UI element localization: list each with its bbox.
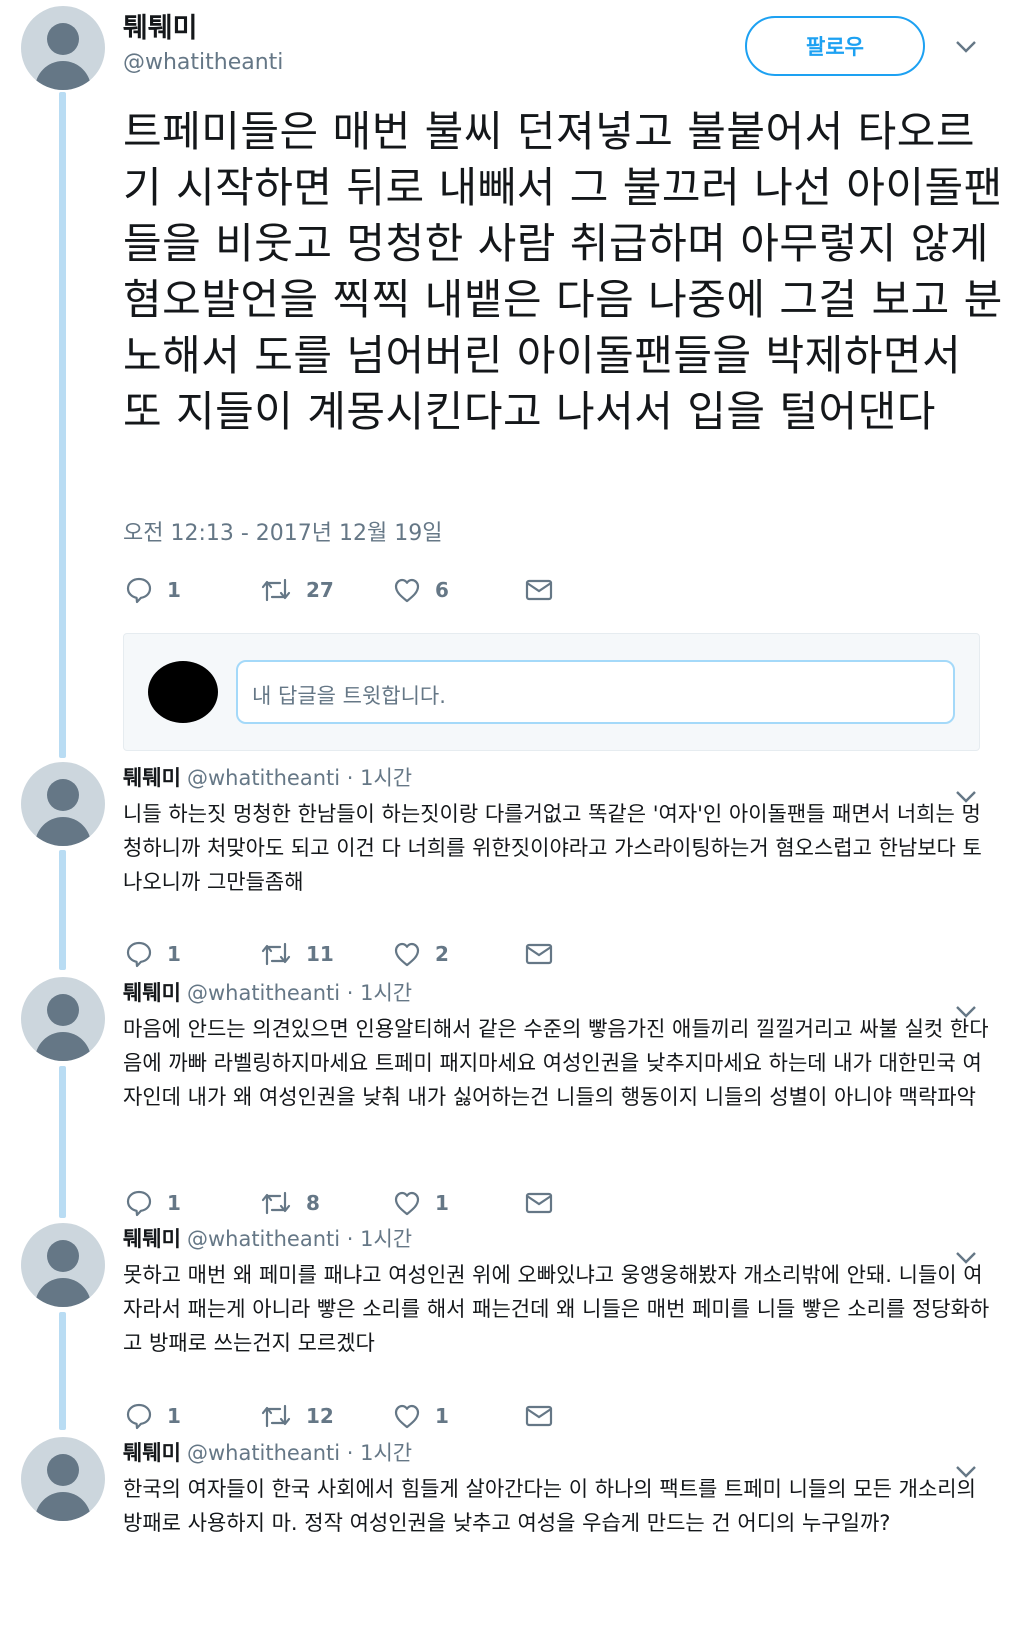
like-icon: [394, 942, 420, 967]
tweet-actions: 1 8 1: [125, 1187, 585, 1219]
reply-header: 퉤퉤미 @whatitheanti · 1시간: [123, 977, 412, 1007]
like-count: 1: [435, 1191, 449, 1215]
dm-button[interactable]: [525, 938, 553, 970]
avatar[interactable]: [21, 6, 105, 90]
reply-header: 퉤퉤미 @whatitheanti · 1시간: [123, 1223, 412, 1253]
reply-button[interactable]: 1: [125, 1400, 181, 1432]
author-name[interactable]: 퉤퉤미: [123, 1227, 181, 1251]
like-count: 2: [435, 942, 449, 966]
follow-button[interactable]: 팔로우: [745, 16, 925, 76]
retweet-count: 12: [306, 1404, 334, 1428]
like-icon: [394, 578, 420, 603]
retweet-button[interactable]: 8: [260, 1187, 320, 1219]
reply-meta[interactable]: @whatitheanti · 1시간: [187, 766, 412, 790]
tweet-text: 트페미들은 매번 불씨 던져넣고 불붙어서 타오르기 시작하면 뒤로 내빼서 그…: [123, 107, 1003, 436]
reply-header: 퉤퉤미 @whatitheanti · 1시간: [123, 1437, 412, 1467]
dm-icon: [525, 579, 553, 601]
like-icon: [394, 1191, 420, 1216]
retweet-count: 8: [306, 1191, 320, 1215]
author-handle[interactable]: @whatitheanti: [123, 50, 283, 75]
reply-meta[interactable]: @whatitheanti · 1시간: [187, 981, 412, 1005]
dm-button[interactable]: [525, 1400, 553, 1432]
thread-line: [59, 850, 66, 970]
author-name[interactable]: 퉤퉤미: [123, 1441, 181, 1465]
reply-icon: [126, 1403, 152, 1430]
avatar[interactable]: [21, 762, 105, 846]
dm-icon: [525, 1405, 553, 1427]
dm-icon: [525, 943, 553, 965]
dm-button[interactable]: [525, 1187, 553, 1219]
dm-icon: [525, 1192, 553, 1214]
reply-text: 한국의 여자들이 한국 사회에서 힘들게 살아간다는 이 하나의 팩트를 트페미…: [123, 1477, 976, 1535]
tweet-timestamp[interactable]: 오전 12:13 - 2017년 12월 19일: [123, 515, 442, 547]
tweet-actions: 1 11 2: [125, 938, 585, 970]
reply-button[interactable]: 1: [125, 1187, 181, 1219]
reply-icon: [126, 577, 152, 604]
retweet-icon: [261, 1404, 291, 1428]
reply-icon: [126, 941, 152, 968]
avatar[interactable]: [21, 977, 105, 1061]
reply-input[interactable]: 내 답글을 트윗합니다.: [236, 660, 955, 724]
reply-count: 1: [167, 942, 181, 966]
author-name[interactable]: 퉤퉤미: [123, 766, 181, 790]
author-name[interactable]: 퉤퉤미: [123, 6, 198, 45]
tweet-actions: 1 12 1: [125, 1400, 585, 1432]
like-button[interactable]: 6: [393, 574, 449, 606]
reply-header: 퉤퉤미 @whatitheanti · 1시간: [123, 762, 412, 792]
retweet-icon: [261, 1191, 291, 1215]
avatar[interactable]: [21, 1437, 105, 1521]
reply-button[interactable]: 1: [125, 938, 181, 970]
retweet-button[interactable]: 27: [260, 574, 334, 606]
like-button[interactable]: 1: [393, 1400, 449, 1432]
author-name[interactable]: 퉤퉤미: [123, 981, 181, 1005]
reply-text: 니들 하는짓 멍청한 한남들이 하는짓이랑 다를거없고 똑같은 '여자'인 아이…: [123, 802, 982, 894]
like-button[interactable]: 1: [393, 1187, 449, 1219]
reply-count: 1: [167, 1191, 181, 1215]
like-count: 6: [435, 578, 449, 602]
reply-count: 1: [167, 578, 181, 602]
retweet-count: 27: [306, 578, 334, 602]
chevron-down-icon[interactable]: [955, 40, 977, 54]
reply-text: 못하고 매번 왜 페미를 패냐고 여성인권 위에 오빠있냐고 웅앵웅해봤자 개소…: [123, 1263, 990, 1355]
thread-line: [59, 92, 66, 758]
reply-count: 1: [167, 1404, 181, 1428]
reply-text: 마음에 안드는 의견있으면 인용알티해서 같은 수준의 빻음가진 애들끼리 낄낄…: [123, 1017, 989, 1109]
like-button[interactable]: 2: [393, 938, 449, 970]
reply-meta[interactable]: @whatitheanti · 1시간: [187, 1227, 412, 1251]
reply-button[interactable]: 1: [125, 574, 181, 606]
tweet-actions: 1 27 6: [125, 574, 585, 606]
reply-composer: 내 답글을 트윗합니다.: [123, 633, 980, 751]
retweet-button[interactable]: 11: [260, 938, 334, 970]
thread-line: [59, 1066, 66, 1218]
reply-icon: [126, 1190, 152, 1217]
avatar[interactable]: [21, 1223, 105, 1307]
like-icon: [394, 1404, 420, 1429]
retweet-button[interactable]: 12: [260, 1400, 334, 1432]
retweet-icon: [261, 942, 291, 966]
retweet-icon: [261, 578, 291, 602]
avatar: [148, 661, 218, 723]
like-count: 1: [435, 1404, 449, 1428]
reply-meta[interactable]: @whatitheanti · 1시간: [187, 1441, 412, 1465]
retweet-count: 11: [306, 942, 334, 966]
thread-line: [59, 1312, 66, 1430]
dm-button[interactable]: [525, 574, 553, 606]
